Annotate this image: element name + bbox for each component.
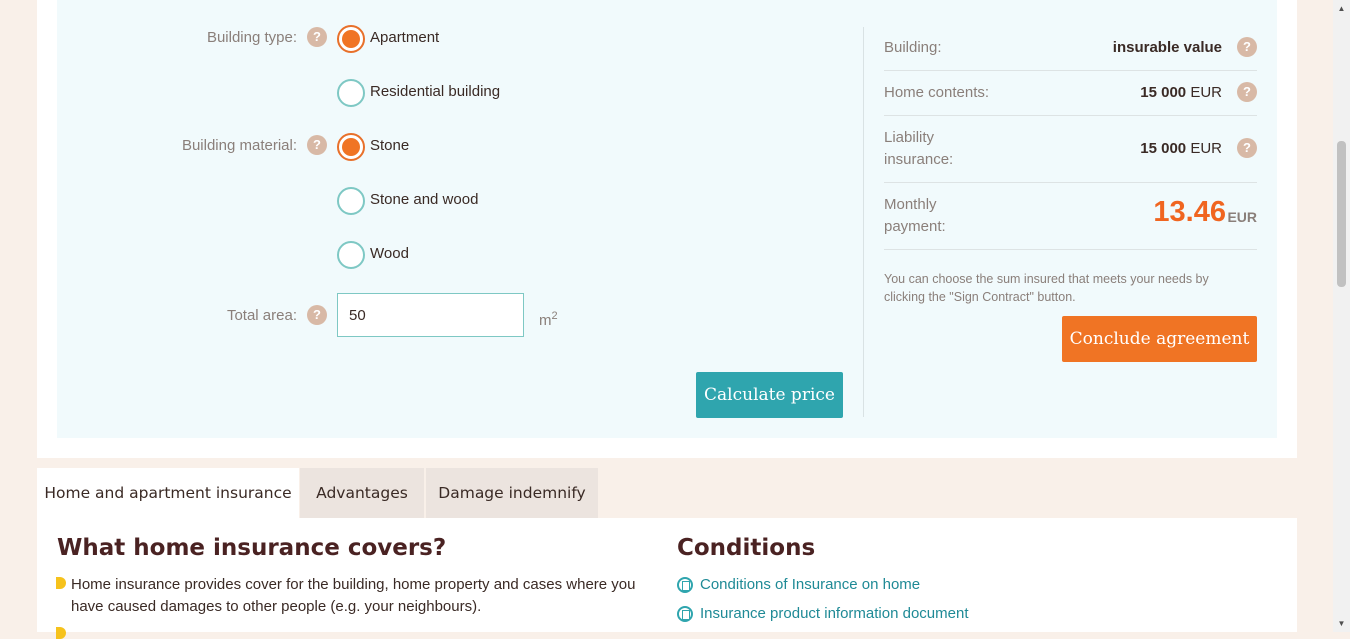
panel-divider (863, 27, 864, 417)
summary-building-row: Building: insurable value (884, 37, 1257, 59)
radio-label-apartment[interactable]: Apartment (370, 29, 439, 46)
summary-liability-label-line1: Liability (884, 129, 935, 146)
area-unit-base: m (539, 312, 552, 329)
scroll-up-icon[interactable]: ▲ (1333, 0, 1350, 17)
summary-separator (884, 70, 1257, 71)
tab-advantages[interactable]: Advantages (300, 468, 424, 518)
sum-insured-note: You can choose the sum insured that meet… (884, 272, 1209, 304)
liability-currency: EUR (1190, 140, 1222, 157)
radio-label-residential-building[interactable]: Residential building (370, 83, 500, 100)
total-area-label: Total area: (226, 307, 297, 324)
scroll-thumb[interactable] (1337, 141, 1346, 287)
help-icon-building-material[interactable] (307, 135, 327, 155)
summary-monthly-label-line1: Monthly (884, 196, 937, 213)
conditions-link[interactable]: Conditions of Insurance on home (700, 576, 920, 593)
conditions-heading: Conditions (677, 535, 816, 561)
radio-label-stone-and-wood[interactable]: Stone and wood (370, 191, 478, 208)
summary-contents-label: Home contents: (884, 84, 990, 101)
help-icon-liability[interactable] (1237, 138, 1257, 158)
radio-apartment[interactable] (337, 25, 365, 53)
area-unit: m2 (539, 310, 558, 329)
product-info-link[interactable]: Insurance product information document (700, 605, 968, 622)
building-type-label: Building type: (206, 29, 297, 46)
scroll-down-icon[interactable]: ▼ (1333, 615, 1350, 632)
monthly-payment-amount: 13.46 (1153, 196, 1226, 228)
radio-label-stone[interactable]: Stone (370, 137, 409, 154)
summary-contents-row: Home contents: 15 000 EUR (884, 82, 1257, 104)
covers-bullet-text: Home insurance provides cover for the bu… (71, 576, 636, 615)
covers-heading: What home insurance covers? (57, 535, 447, 561)
conclude-agreement-button[interactable]: Conclude agreement (1062, 316, 1257, 362)
document-icon (677, 606, 693, 622)
liability-amount: 15 000 (1140, 140, 1187, 157)
radio-stone-and-wood[interactable] (337, 187, 365, 215)
help-icon-building-type[interactable] (307, 27, 327, 47)
summary-separator (884, 115, 1257, 116)
contents-currency: EUR (1190, 84, 1222, 101)
area-unit-exponent: 2 (551, 310, 558, 322)
summary-liability-label-line2: insurance: (884, 151, 954, 168)
radio-residential-building[interactable] (337, 79, 365, 107)
summary-contents-value: 15 000 EUR (1140, 84, 1222, 101)
contents-amount: 15 000 (1140, 84, 1187, 101)
summary-monthly-label-line2: payment: (884, 218, 946, 235)
calculate-price-button[interactable]: Calculate price (696, 372, 843, 418)
bullet-icon (56, 627, 66, 639)
radio-label-wood[interactable]: Wood (370, 245, 409, 262)
help-icon-building-value[interactable] (1237, 37, 1257, 57)
summary-building-value: insurable value (1112, 39, 1222, 56)
radio-stone[interactable] (337, 133, 365, 161)
summary-liability-row: Liability insurance: 15 000 EUR (884, 127, 1257, 171)
help-icon-contents[interactable] (1237, 82, 1257, 102)
summary-separator (884, 182, 1257, 183)
tab-home-and-apartment-insurance[interactable]: Home and apartment insurance (37, 468, 299, 518)
monthly-payment-currency: EUR (1227, 209, 1257, 225)
building-material-label: Building material: (181, 137, 297, 154)
summary-separator (884, 249, 1257, 250)
radio-wood[interactable] (337, 241, 365, 269)
total-area-input[interactable] (337, 293, 524, 337)
summary-liability-value: 15 000 EUR (1140, 140, 1222, 157)
page-scrollbar[interactable]: ▲ ▼ (1333, 0, 1350, 632)
tab-damage-indemnify[interactable]: Damage indemnify (426, 468, 598, 518)
help-icon-total-area[interactable] (307, 305, 327, 325)
document-icon (677, 577, 693, 593)
summary-building-label: Building: (884, 39, 942, 56)
